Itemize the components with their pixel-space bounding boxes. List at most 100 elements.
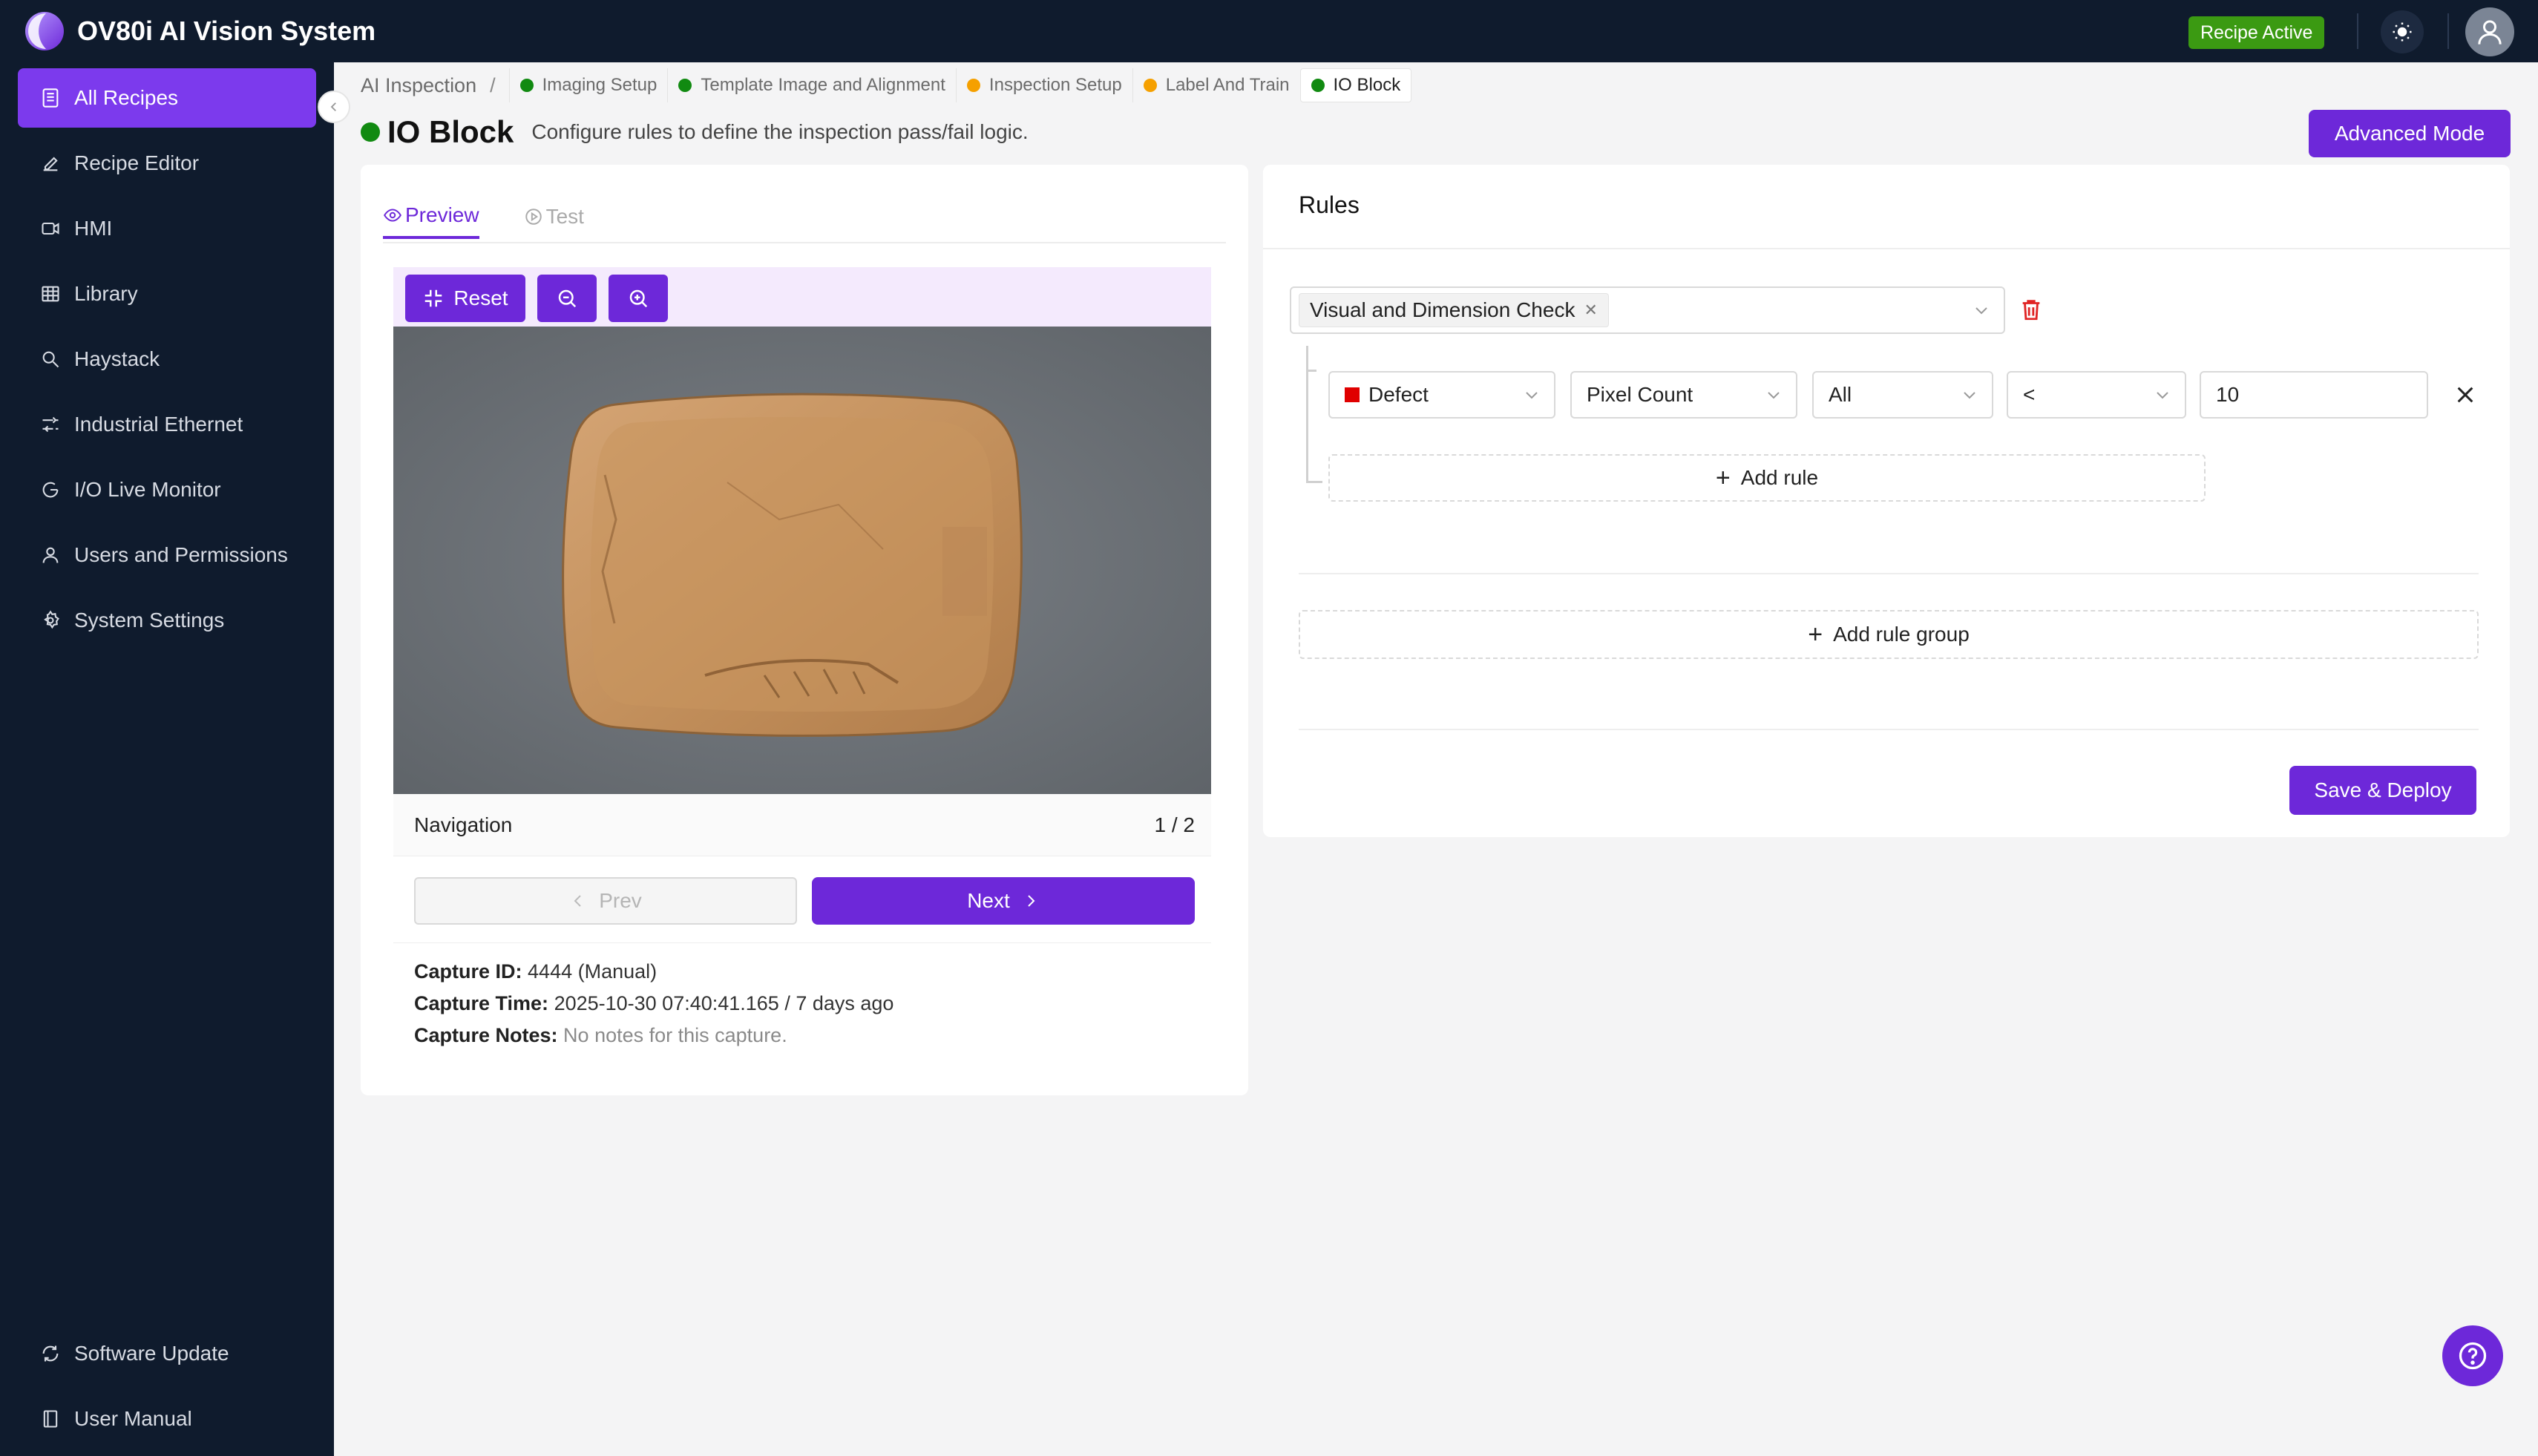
zoom-out-icon bbox=[558, 289, 577, 308]
book-icon bbox=[43, 1410, 58, 1428]
sidebar-item-software-update[interactable]: Software Update bbox=[18, 1324, 316, 1383]
breadcrumb: AI Inspection / Imaging Setup Template I… bbox=[361, 68, 1412, 102]
capture-time: Capture Time: 2025-10-30 07:40:41.165 / … bbox=[414, 992, 893, 1015]
gear-icon bbox=[44, 610, 59, 629]
tab-preview[interactable]: Preview bbox=[383, 194, 479, 239]
sidebar-item-user-manual[interactable]: User Manual bbox=[18, 1389, 316, 1449]
network-icon bbox=[42, 416, 59, 433]
rule-metric-value: Pixel Count bbox=[1587, 383, 1693, 406]
breadcrumb-root[interactable]: AI Inspection bbox=[361, 74, 476, 97]
sidebar-item-label: HMI bbox=[74, 217, 113, 240]
sun-icon bbox=[2393, 22, 2412, 42]
sidebar-item-label: Software Update bbox=[74, 1342, 229, 1365]
step-inspection-setup[interactable]: Inspection Setup bbox=[955, 68, 1132, 102]
capture-notes: Capture Notes: No notes for this capture… bbox=[414, 1024, 787, 1047]
status-dot bbox=[361, 122, 380, 142]
rules-panel: Rules Visual and Dimension Check ✕ Defec… bbox=[1263, 165, 2510, 837]
step-label: IO Block bbox=[1333, 75, 1401, 95]
help-button[interactable] bbox=[2442, 1325, 2503, 1386]
status-dot bbox=[1311, 79, 1325, 92]
video-camera-icon bbox=[42, 222, 59, 235]
divider bbox=[2447, 13, 2449, 49]
app-title: OV80i AI Vision System bbox=[77, 16, 376, 46]
close-icon[interactable] bbox=[2453, 383, 2477, 407]
rule-value-input[interactable]: 10 bbox=[2200, 371, 2428, 419]
chevron-down-icon bbox=[1964, 392, 1975, 399]
step-io-block[interactable]: IO Block bbox=[1299, 68, 1412, 102]
sidebar-item-industrial-ethernet[interactable]: Industrial Ethernet bbox=[18, 395, 316, 454]
status-dot bbox=[519, 79, 534, 92]
prev-button[interactable]: Prev bbox=[414, 877, 797, 925]
sidebar-item-users-and-permissions[interactable]: Users and Permissions bbox=[18, 525, 316, 585]
rule-metric-select[interactable]: Pixel Count bbox=[1570, 371, 1797, 419]
divider bbox=[1299, 729, 2479, 730]
rule-scope-select[interactable]: All bbox=[1812, 371, 1993, 419]
class-color-swatch bbox=[1345, 387, 1360, 402]
step-label: Inspection Setup bbox=[988, 75, 1122, 95]
pencil-icon bbox=[43, 157, 58, 171]
sidebar-collapse-button[interactable] bbox=[318, 91, 350, 123]
image-toolbar: Reset bbox=[393, 267, 1211, 329]
zoom-out-button[interactable] bbox=[537, 275, 597, 322]
tab-test[interactable]: Test bbox=[524, 194, 584, 239]
chevron-left-icon bbox=[330, 102, 336, 111]
sidebar-item-label: User Manual bbox=[74, 1407, 192, 1430]
zoom-in-button[interactable] bbox=[609, 275, 668, 322]
capture-notes-label: Capture Notes: bbox=[414, 1024, 558, 1046]
step-imaging-setup[interactable]: Imaging Setup bbox=[508, 68, 668, 102]
sidebar-item-label: Haystack bbox=[74, 347, 160, 370]
sidebar-item-all-recipes[interactable]: All Recipes bbox=[18, 68, 316, 128]
monitor-icon bbox=[42, 482, 59, 498]
logo-icon bbox=[25, 12, 64, 50]
rule-operator-select[interactable]: < bbox=[2007, 371, 2186, 419]
divider bbox=[393, 942, 1211, 943]
delete-group-icon[interactable] bbox=[2019, 297, 2044, 322]
capture-image[interactable] bbox=[393, 327, 1211, 794]
sidebar-item-label: Industrial Ethernet bbox=[74, 413, 243, 436]
rule-class-value: Defect bbox=[1368, 383, 1429, 406]
next-button[interactable]: Next bbox=[812, 877, 1195, 925]
add-rule-group-button[interactable]: + Add rule group bbox=[1299, 610, 2479, 659]
tag-close-icon[interactable]: ✕ bbox=[1584, 301, 1597, 320]
plus-icon: + bbox=[1715, 464, 1731, 492]
step-label: Label And Train bbox=[1165, 75, 1290, 95]
status-dot bbox=[678, 79, 692, 92]
reset-button[interactable]: Reset bbox=[405, 275, 525, 322]
rule-value: 10 bbox=[2216, 383, 2240, 406]
user-avatar[interactable] bbox=[2465, 7, 2514, 56]
rule-operator-value: < bbox=[2023, 383, 2036, 406]
divider bbox=[2357, 13, 2358, 49]
chevron-down-icon bbox=[1526, 392, 1538, 399]
recipe-status-badge: Recipe Active bbox=[2188, 16, 2325, 49]
add-group-label: Add rule group bbox=[1833, 623, 1970, 646]
sidebar-item-io-live-monitor[interactable]: I/O Live Monitor bbox=[18, 460, 316, 519]
tree-connector bbox=[1306, 481, 1322, 483]
step-template-image-and-alignment[interactable]: Template Image and Alignment bbox=[667, 68, 956, 102]
capture-time-label: Capture Time: bbox=[414, 992, 549, 1014]
rule-group-tag: Visual and Dimension Check ✕ bbox=[1299, 293, 1609, 327]
user-icon bbox=[2478, 20, 2502, 45]
sidebar-item-recipe-editor[interactable]: Recipe Editor bbox=[18, 134, 316, 193]
navigation-bar: Navigation 1 / 2 bbox=[393, 794, 1211, 856]
sidebar-item-system-settings[interactable]: System Settings bbox=[18, 591, 316, 650]
theme-toggle-button[interactable] bbox=[2381, 10, 2424, 53]
rule-class-select[interactable]: Defect bbox=[1328, 371, 1555, 419]
tree-connector bbox=[1306, 370, 1316, 372]
page-subtitle: Configure rules to define the inspection… bbox=[531, 120, 1029, 143]
question-icon bbox=[2459, 1342, 2487, 1370]
sync-icon bbox=[42, 1345, 59, 1362]
advanced-mode-button[interactable]: Advanced Mode bbox=[2309, 110, 2511, 157]
status-dot bbox=[1143, 79, 1157, 92]
divider bbox=[1299, 573, 2479, 574]
document-list-icon bbox=[42, 88, 59, 108]
capture-id-value: 4444 (Manual) bbox=[528, 960, 658, 983]
sidebar-item-hmi[interactable]: HMI bbox=[18, 199, 316, 258]
page-title: IO Block bbox=[387, 114, 514, 149]
search-icon bbox=[42, 351, 59, 368]
step-label-and-train[interactable]: Label And Train bbox=[1132, 68, 1300, 102]
add-rule-button[interactable]: + Add rule bbox=[1328, 454, 2206, 502]
sidebar-item-library[interactable]: Library bbox=[18, 264, 316, 324]
sidebar-item-haystack[interactable]: Haystack bbox=[18, 329, 316, 389]
rule-group-select[interactable]: Visual and Dimension Check ✕ bbox=[1290, 286, 2005, 334]
save-deploy-button[interactable]: Save & Deploy bbox=[2289, 766, 2476, 815]
